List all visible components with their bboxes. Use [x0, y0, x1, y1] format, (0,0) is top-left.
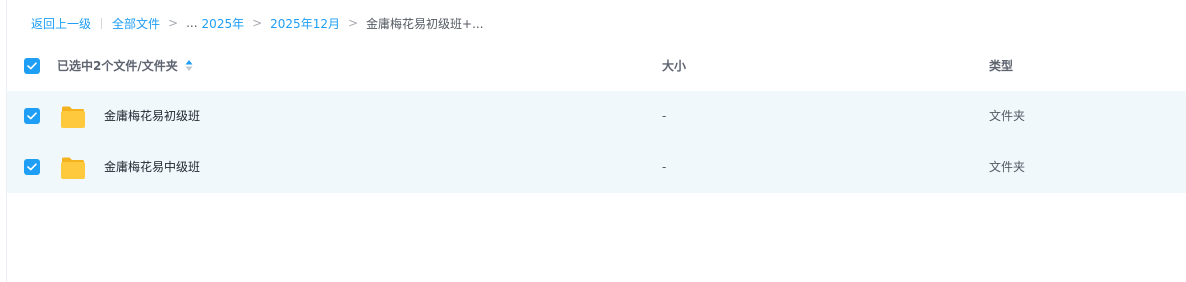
sort-icon[interactable] — [185, 60, 193, 72]
breadcrumb-level1-link[interactable]: 2025年 — [202, 15, 245, 32]
chevron-right-icon: > — [252, 16, 263, 30]
checkmark-icon — [27, 112, 37, 120]
breadcrumb: 返回上一级 全部文件 > ... 2025年 > 2025年12月 > 金庸梅花… — [31, 14, 484, 32]
breadcrumb-root-link[interactable]: 全部文件 — [112, 15, 160, 32]
folder-icon — [61, 106, 85, 128]
column-header-type[interactable]: 类型 — [989, 58, 1013, 74]
back-link[interactable]: 返回上一级 — [31, 15, 91, 32]
select-all-checkbox[interactable] — [24, 58, 40, 74]
checkmark-icon — [27, 62, 37, 70]
chevron-right-icon: > — [168, 16, 179, 30]
file-type: 文件夹 — [989, 109, 1026, 123]
breadcrumb-ellipsis[interactable]: ... — [186, 16, 197, 30]
selected-count-label: 已选中2个文件/文件夹 — [57, 59, 178, 73]
breadcrumb-level2-link[interactable]: 2025年12月 — [270, 15, 340, 32]
table-header: 已选中2个文件/文件夹 大小 类型 — [7, 41, 1186, 91]
row-checkbox[interactable] — [24, 159, 40, 175]
file-browser: 返回上一级 全部文件 > ... 2025年 > 2025年12月 > 金庸梅花… — [0, 0, 1186, 282]
breadcrumb-current: 金庸梅花易初级班+... — [366, 16, 484, 31]
file-type: 文件夹 — [989, 160, 1026, 174]
file-size: - — [662, 160, 667, 174]
table-row[interactable]: 金庸梅花易初级班 - 文件夹 — [7, 91, 1186, 142]
file-name[interactable]: 金庸梅花易中级班 — [104, 159, 200, 175]
row-checkbox[interactable] — [24, 108, 40, 124]
table-row[interactable]: 金庸梅花易中级班 - 文件夹 — [7, 142, 1186, 193]
file-name[interactable]: 金庸梅花易初级班 — [104, 108, 200, 124]
column-header-size[interactable]: 大小 — [662, 58, 686, 74]
file-size: - — [662, 109, 667, 123]
checkmark-icon — [27, 163, 37, 171]
chevron-right-icon: > — [347, 16, 359, 30]
breadcrumb-divider — [101, 17, 103, 29]
folder-icon — [61, 157, 85, 179]
